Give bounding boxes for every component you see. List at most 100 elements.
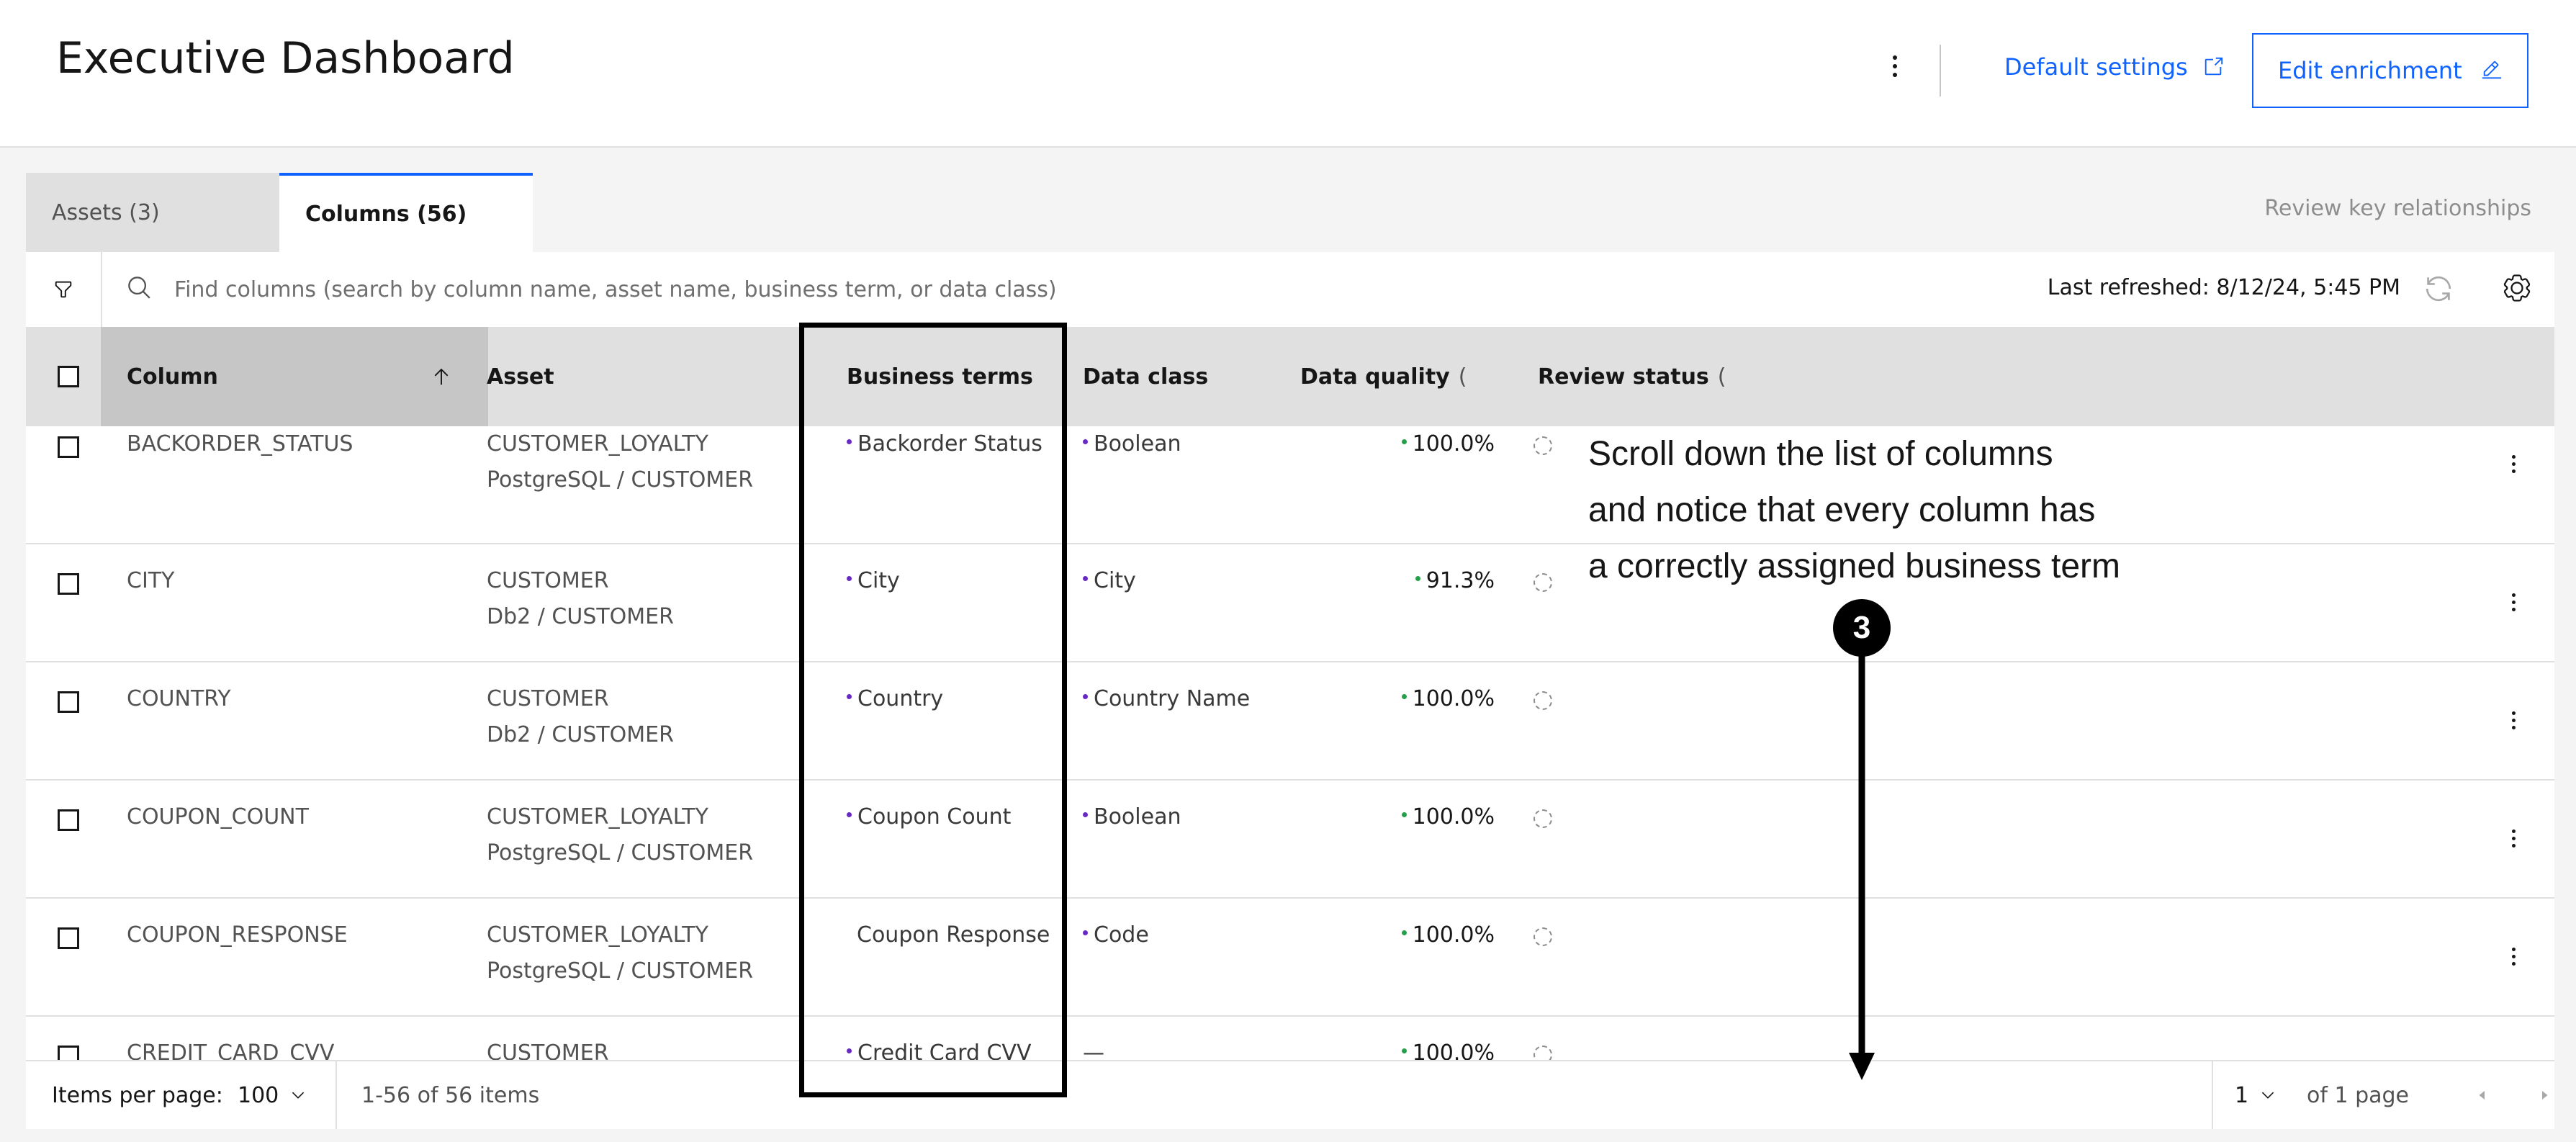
data-class: Boolean <box>1083 426 1181 462</box>
column-name[interactable]: CREDIT_CARD_CVV <box>127 1035 334 1060</box>
page-header: Executive Dashboard Default settings Edi… <box>0 0 2576 148</box>
items-per-page-select[interactable]: 100 <box>238 1061 307 1129</box>
pagination-divider <box>335 1061 337 1129</box>
of-pages-label: of 1 page <box>2307 1082 2410 1108</box>
annotation-line: and notice that every column has <box>1588 491 2096 529</box>
review-key-relationships-link[interactable]: Review key relationships <box>2264 196 2531 221</box>
header-overflow-menu-button[interactable] <box>1878 45 1912 88</box>
filter-icon <box>55 281 72 298</box>
table-row[interactable]: CITY CUSTOMER Db2 / CUSTOMER City City 9… <box>26 544 2554 662</box>
column-name[interactable]: BACKORDER_STATUS <box>127 426 353 462</box>
column-name[interactable]: COUPON_RESPONSE <box>127 917 348 953</box>
business-term[interactable]: Coupon Count <box>847 799 1011 835</box>
business-term[interactable]: Credit Card CVV <box>847 1035 1031 1060</box>
column-name[interactable]: COUNTRY <box>127 681 231 717</box>
header-data-quality[interactable]: Data quality ( <box>1300 327 1467 426</box>
asset-name[interactable]: CUSTOMER_LOYALTY <box>487 917 708 953</box>
business-term[interactable]: Coupon Response <box>857 917 1050 953</box>
chevron-down-icon <box>2261 1092 2274 1099</box>
term-dot-icon <box>847 439 852 444</box>
quality-dot-icon <box>1401 930 1407 935</box>
row-overflow-menu-button[interactable] <box>2503 449 2524 478</box>
row-checkbox[interactable] <box>58 927 79 949</box>
asset-path: Db2 / CUSTOMER <box>487 604 674 629</box>
data-class: City <box>1083 563 1136 599</box>
page-value: 1 <box>2235 1082 2249 1108</box>
default-settings-link[interactable]: Default settings <box>2004 53 2224 81</box>
asset-name[interactable]: CUSTOMER <box>487 1035 609 1060</box>
edit-enrichment-button[interactable]: Edit enrichment <box>2252 33 2528 108</box>
row-overflow-menu-button[interactable] <box>2503 706 2524 734</box>
business-term[interactable]: Country <box>847 681 943 717</box>
table-row[interactable]: COUPON_RESPONSE CUSTOMER_LOYALTY Postgre… <box>26 899 2554 1017</box>
row-checkbox[interactable] <box>58 809 79 831</box>
select-all-checkbox[interactable] <box>58 366 79 387</box>
launch-icon <box>2205 57 2223 76</box>
review-pending-icon <box>1534 573 1552 592</box>
business-term[interactable]: City <box>847 563 900 599</box>
quality-dot-icon <box>1401 694 1407 699</box>
header-asset[interactable]: Asset <box>487 327 554 426</box>
class-dot-icon <box>1083 930 1088 935</box>
table-row[interactable]: CREDIT_CARD_CVV CUSTOMER Credit Card CVV… <box>26 1017 2554 1060</box>
table-row[interactable]: BACKORDER_STATUS CUSTOMER_LOYALTY Postgr… <box>26 426 2554 544</box>
asset-name[interactable]: CUSTOMER <box>487 563 609 599</box>
table-toolbar: Last refreshed: 8/12/24, 5:45 PM <box>26 252 2554 327</box>
asset-name[interactable]: CUSTOMER_LOYALTY <box>487 426 708 462</box>
page-title: Executive Dashboard <box>56 33 515 84</box>
asset-path: PostgreSQL / CUSTOMER <box>487 840 754 866</box>
header-data-class[interactable]: Data class <box>1083 327 1208 426</box>
scroll-down-arrow-icon <box>1849 652 1875 1080</box>
previous-page-button[interactable] <box>2474 1061 2491 1129</box>
quality-dot-icon <box>1415 576 1420 581</box>
row-overflow-menu-button[interactable] <box>2503 824 2524 853</box>
edit-enrichment-label: Edit enrichment <box>2278 57 2462 84</box>
refresh-icon[interactable] <box>2423 274 2454 304</box>
row-checkbox[interactable] <box>58 573 79 595</box>
table-row[interactable]: COUNTRY CUSTOMER Db2 / CUSTOMER Country … <box>26 662 2554 781</box>
pagination-bar: Items per page: 100 1-56 of 56 items 1 o… <box>26 1060 2554 1129</box>
review-pending-icon <box>1534 1046 1552 1060</box>
column-name[interactable]: CITY <box>127 563 174 599</box>
next-page-button[interactable] <box>2536 1061 2553 1129</box>
asset-name[interactable]: CUSTOMER <box>487 681 609 717</box>
step-number-badge: 3 <box>1833 599 1891 657</box>
header-divider <box>1940 45 1941 96</box>
annotation-line: a correctly assigned business term <box>1588 547 2120 585</box>
settings-icon[interactable] <box>2503 274 2531 302</box>
data-class: Country Name <box>1083 681 1250 717</box>
row-checkbox[interactable] <box>58 691 79 713</box>
pagination-divider <box>2212 1061 2213 1129</box>
tab-assets[interactable]: Assets (3) <box>26 173 279 252</box>
row-checkbox[interactable] <box>58 1046 79 1060</box>
caret-right-icon <box>2542 1091 2548 1100</box>
items-range: 1-56 of 56 items <box>361 1082 540 1108</box>
asset-name[interactable]: CUSTOMER_LOYALTY <box>487 799 708 835</box>
header-column[interactable]: Column <box>127 327 218 426</box>
chevron-down-icon <box>292 1092 305 1099</box>
asset-path: PostgreSQL / CUSTOMER <box>487 958 754 984</box>
review-pending-icon <box>1534 691 1552 710</box>
tab-columns[interactable]: Columns (56) <box>279 173 533 252</box>
data-quality: 100.0% <box>1293 681 1495 717</box>
business-term[interactable]: Backorder Status <box>847 426 1042 462</box>
header-review-status[interactable]: Review status ( <box>1538 327 1726 426</box>
column-name[interactable]: COUPON_COUNT <box>127 799 309 835</box>
header-data-quality-label: Data quality <box>1300 364 1450 390</box>
data-class: — <box>1083 1040 1104 1060</box>
class-dot-icon <box>1083 694 1088 699</box>
header-business-terms[interactable]: Business terms <box>847 327 1033 426</box>
filter-button[interactable] <box>26 252 102 327</box>
row-overflow-menu-button[interactable] <box>2503 942 2524 971</box>
search-input[interactable] <box>174 265 1470 314</box>
annotation-line: Scroll down the list of columns <box>1588 435 2053 473</box>
row-checkbox[interactable] <box>58 436 79 458</box>
page-select[interactable]: 1 <box>2235 1061 2277 1129</box>
data-quality: 100.0% <box>1293 1035 1495 1060</box>
sort-ascending-icon[interactable] <box>431 327 452 426</box>
table-row[interactable]: COUPON_COUNT CUSTOMER_LOYALTY PostgreSQL… <box>26 781 2554 899</box>
data-class: Code <box>1083 917 1149 953</box>
quality-dot-icon <box>1401 439 1407 444</box>
table-header: Column Asset Business terms Data class D… <box>26 327 2554 426</box>
row-overflow-menu-button[interactable] <box>2503 588 2524 616</box>
